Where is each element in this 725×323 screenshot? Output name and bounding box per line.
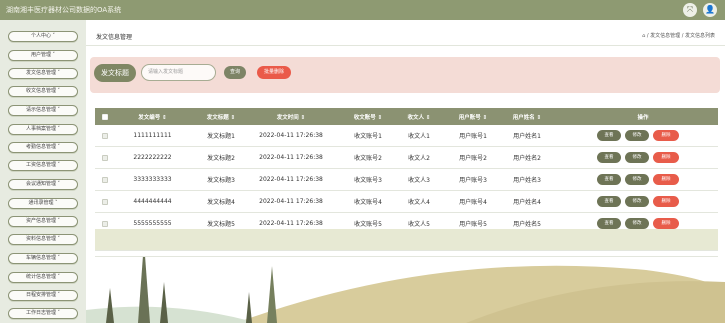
edit-button[interactable]: 修改 (625, 174, 649, 185)
table-row: 2222222222 发文标题2 2022-04-11 17:26:38 收文账… (95, 147, 718, 169)
cell-user-acct: 用户账号2 (459, 155, 487, 162)
cell-recv-acct: 收文账号3 (354, 177, 382, 184)
sidebar-item-attendance[interactable]: 考勤信息管理 ˅ (8, 142, 78, 153)
sidebar-item-vehicles[interactable]: 车辆信息管理 ˅ (8, 253, 78, 264)
user-icon[interactable]: 👤 (703, 3, 717, 17)
cell-doc-no: 2222222222 (133, 154, 172, 161)
header-doc-title[interactable]: 发文标题 ⇕ (195, 108, 247, 125)
breadcrumb[interactable]: ⌂ / 发文信息管理 / 发文信息列表 (642, 32, 715, 39)
table-header: 发文编号 ⇕ 发文标题 ⇕ 发文时间 ⇕ 收文账号 ⇕ 收文人 ⇕ 用户账号 ⇕… (95, 108, 718, 125)
delete-button[interactable]: 删除 (653, 174, 679, 185)
sidebar-item-schedule[interactable]: 日程安排管理 ˅ (8, 290, 78, 301)
view-button[interactable]: 查看 (597, 130, 621, 141)
row-checkbox[interactable] (95, 191, 115, 212)
sidebar-item-statistics[interactable]: 统计信息管理 ˅ (8, 272, 78, 283)
sidebar-item-outgoing-docs[interactable]: 发文信息管理 ˅ (8, 68, 78, 79)
table-row: 1111111111 发文标题1 2022-04-11 17:26:38 收文账… (95, 125, 718, 147)
app-title: 湖南湘丰医疗器材公司数据的OA系统 (6, 6, 122, 14)
cell-user-name: 用户姓名2 (513, 155, 541, 162)
delete-button[interactable]: 删除 (653, 152, 679, 163)
cell-doc-title: 发文标题1 (207, 133, 235, 140)
cell-doc-title: 发文标题3 (207, 177, 235, 184)
delete-button[interactable]: 删除 (653, 130, 679, 141)
cell-user-name: 用户姓名3 (513, 177, 541, 184)
cell-recv-acct: 收文账号1 (354, 133, 382, 140)
cell-recv-name: 收文人1 (408, 133, 430, 140)
edit-button[interactable]: 修改 (625, 130, 649, 141)
cell-recv-name: 收文人3 (408, 177, 430, 184)
search-field-label: 发文标题 (94, 64, 136, 82)
cell-user-name: 用户姓名4 (513, 199, 541, 206)
cell-doc-time: 2022-04-11 17:26:38 (259, 198, 323, 205)
sidebar-item-assets[interactable]: 资产信息管理 ˅ (8, 216, 78, 227)
cell-doc-no: 1111111111 (133, 132, 172, 139)
row-checkbox[interactable] (95, 147, 115, 168)
cell-user-name: 用户姓名1 (513, 133, 541, 140)
row-checkbox[interactable] (95, 125, 115, 146)
sidebar-item-salary[interactable]: 工资信息管理 ˅ (8, 160, 78, 171)
sidebar-item-meetings[interactable]: 会议通知管理 ˅ (8, 179, 78, 190)
cell-user-acct: 用户账号4 (459, 199, 487, 206)
breadcrumb-bar: 发文信息管理 ⌂ / 发文信息管理 / 发文信息列表 (86, 26, 725, 46)
sidebar-item-personal-center[interactable]: 个人中心 ˅ (8, 31, 78, 42)
table-row: 4444444444 发文标题4 2022-04-11 17:26:38 收文账… (95, 191, 718, 213)
cell-doc-title: 发文标题4 (207, 199, 235, 206)
cell-doc-title: 发文标题2 (207, 155, 235, 162)
cell-recv-acct: 收文账号2 (354, 155, 382, 162)
batch-delete-button[interactable]: 批量删除 (257, 66, 291, 79)
query-button[interactable]: 查询 (224, 66, 246, 79)
cell-recv-acct: 收文账号4 (354, 199, 382, 206)
cell-user-acct: 用户账号3 (459, 177, 487, 184)
sidebar-item-incoming-docs[interactable]: 收文信息管理 ˅ (8, 86, 78, 97)
delete-button[interactable]: 删除 (653, 196, 679, 207)
sidebar-item-users[interactable]: 用户管理 ˅ (8, 50, 78, 61)
view-button[interactable]: 查看 (597, 196, 621, 207)
view-button[interactable]: 查看 (597, 174, 621, 185)
header-recv-acct[interactable]: 收文账号 ⇕ (343, 108, 393, 125)
header-doc-time[interactable]: 发文时间 ⇕ (255, 108, 327, 125)
sidebar-item-requests[interactable]: 请示信息管理 ˅ (8, 105, 78, 116)
cell-doc-no: 3333333333 (133, 176, 172, 183)
header-recv-name[interactable]: 收文人 ⇕ (399, 108, 439, 125)
page-title: 发文信息管理 (96, 34, 133, 41)
search-input[interactable]: 请输入发文标题 (141, 64, 216, 81)
cell-recv-name: 收文人2 (408, 155, 430, 162)
fullscreen-icon[interactable]: ⤧ (683, 3, 697, 17)
cell-doc-time: 2022-04-11 17:26:38 (259, 154, 323, 161)
cell-recv-name: 收文人4 (408, 199, 430, 206)
cell-doc-time: 2022-04-11 17:26:38 (259, 132, 323, 139)
cell-user-acct: 用户账号1 (459, 133, 487, 140)
edit-button[interactable]: 修改 (625, 152, 649, 163)
sidebar-item-contacts[interactable]: 通讯录管理 ˅ (8, 198, 78, 209)
header-doc-no[interactable]: 发文编号 ⇕ (125, 108, 180, 125)
view-button[interactable]: 查看 (597, 218, 621, 229)
search-panel: 发文标题 请输入发文标题 查询 批量删除 (90, 57, 720, 93)
delete-button[interactable]: 删除 (653, 218, 679, 229)
header-actions: 操作 (637, 114, 649, 121)
cell-doc-no: 4444444444 (133, 198, 172, 205)
top-bar: 湖南湘丰医疗器材公司数据的OA系统 ⤧ 👤 (0, 0, 725, 20)
edit-button[interactable]: 修改 (625, 218, 649, 229)
header-user-acct[interactable]: 用户账号 ⇕ (448, 108, 498, 125)
view-button[interactable]: 查看 (597, 152, 621, 163)
main-content: 发文信息管理 ⌂ / 发文信息管理 / 发文信息列表 发文标题 请输入发文标题 … (86, 20, 725, 323)
sidebar-item-hr-records[interactable]: 人事档案管理 ˅ (8, 124, 78, 135)
cell-doc-time: 2022-04-11 17:26:38 (259, 176, 323, 183)
table-row-highlighted (95, 229, 718, 251)
row-checkbox[interactable] (95, 169, 115, 190)
sidebar-item-documents[interactable]: 资料信息管理 ˅ (8, 234, 78, 245)
select-all-checkbox[interactable] (95, 108, 115, 125)
sidebar-item-work-log[interactable]: 工作日志管理 ˅ (8, 308, 78, 319)
table-row: 3333333333 发文标题3 2022-04-11 17:26:38 收文账… (95, 169, 718, 191)
edit-button[interactable]: 修改 (625, 196, 649, 207)
header-user-name[interactable]: 用户姓名 ⇕ (502, 108, 552, 125)
sidebar: 个人中心 ˅ 用户管理 ˅ 发文信息管理 ˅ 收文信息管理 ˅ 请示信息管理 ˅… (0, 20, 86, 323)
